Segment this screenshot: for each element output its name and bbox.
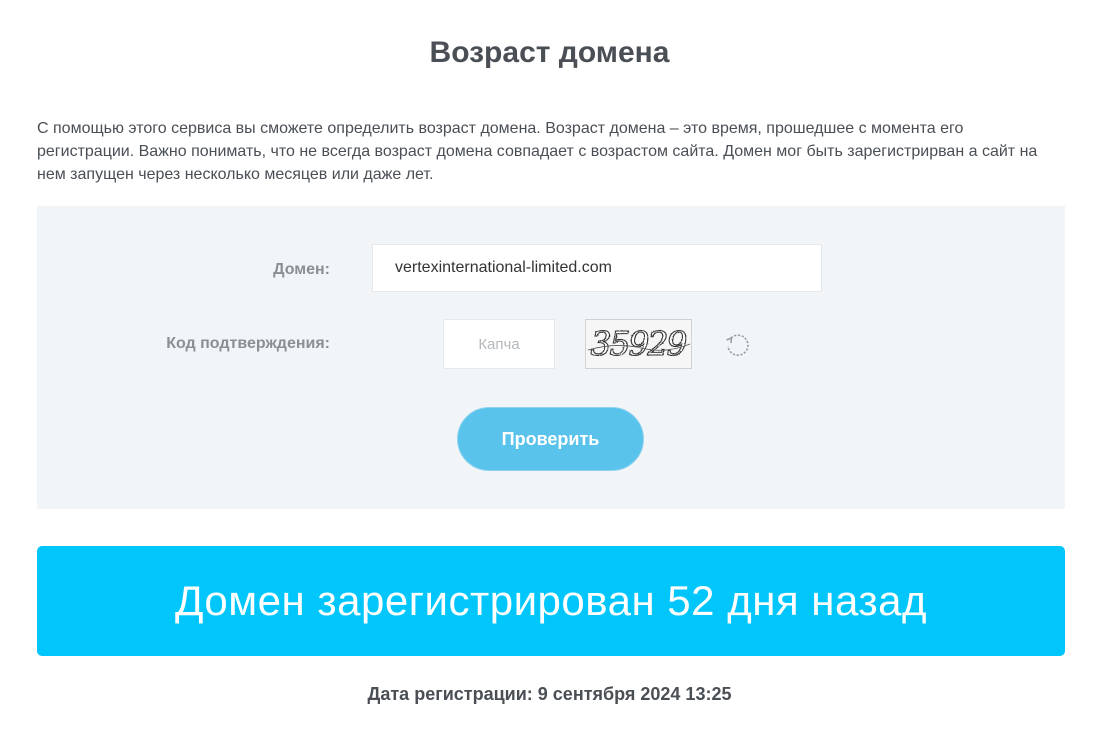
captcha-input[interactable] — [443, 319, 555, 369]
captcha-image: 35929 — [585, 319, 692, 369]
result-headline: Домен зарегистрирован 52 дня назад — [174, 577, 928, 624]
check-button[interactable]: Проверить — [457, 407, 644, 471]
domain-age-form: Домен: Код подтверждения: 35929 — [37, 206, 1065, 509]
result-banner: Домен зарегистрирован 52 дня назад — [37, 546, 1065, 656]
intro-text: С помощью этого сервиса вы сможете опред… — [37, 120, 1038, 183]
refresh-icon[interactable] — [723, 331, 751, 359]
captcha-label: Код подтверждения: — [166, 335, 330, 352]
page-title: Возраст домена — [429, 36, 670, 69]
captcha-text: 35929 — [591, 324, 688, 363]
page: Возраст домена С помощью этого сервиса в… — [0, 0, 1099, 734]
registration-date: Дата регистрации: 9 сентября 2024 13:25 — [367, 684, 732, 704]
domain-input[interactable] — [372, 244, 822, 292]
domain-label: Домен: — [273, 261, 330, 278]
